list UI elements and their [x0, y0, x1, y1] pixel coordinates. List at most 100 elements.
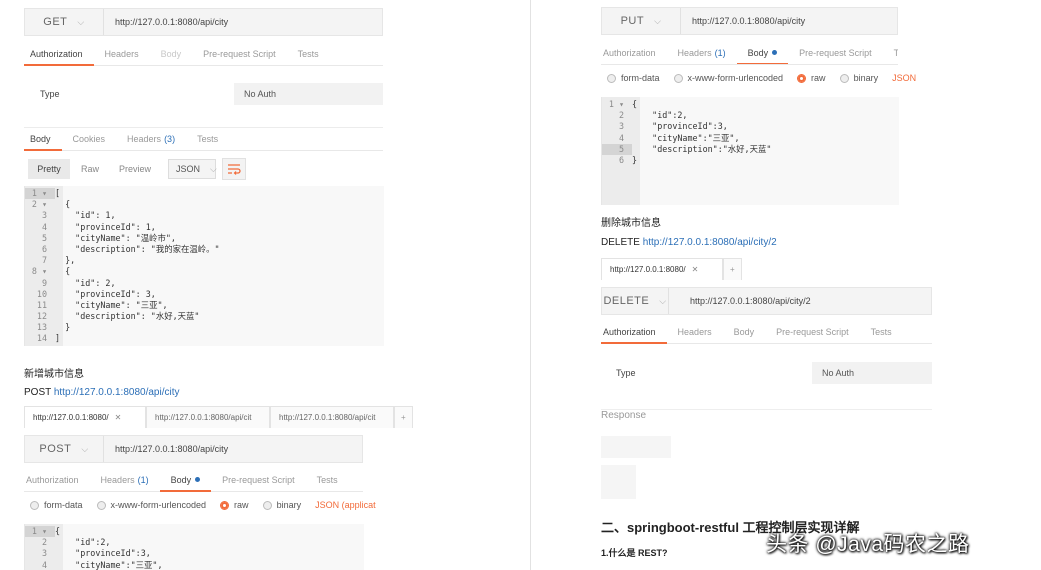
tab-headers[interactable]: Headers: [94, 42, 150, 65]
radio-urlencoded[interactable]: x-www-form-urlencoded: [673, 73, 783, 83]
delete-endpoint-link[interactable]: http://127.0.0.1:8080/api/city/2: [643, 237, 777, 248]
tab-authorization[interactable]: Authorization: [24, 42, 94, 66]
url-input[interactable]: http://127.0.0.1:8080/api/city: [115, 9, 228, 35]
request-tab[interactable]: http://127.0.0.1:8080/ ✕: [601, 258, 723, 280]
code-line: 7 },: [25, 255, 384, 266]
request-body-code[interactable]: 1 ▾{2 "id":2, 3 "provinceId":3, 4 "cityNam…: [601, 97, 899, 205]
auth-type-select[interactable]: No Auth: [234, 83, 383, 105]
tab-response-body[interactable]: Body: [24, 128, 62, 151]
code-line: 2 ▾ {: [25, 199, 384, 210]
add-tab-button[interactable]: +: [723, 258, 742, 280]
radio-form-data[interactable]: form-data: [607, 73, 660, 83]
line-number: 13: [36, 322, 47, 333]
url-input[interactable]: http://127.0.0.1:8080/api/city: [115, 436, 228, 462]
radio-selected-icon: [797, 73, 807, 83]
code-text: "cityName":"三亚",: [55, 559, 163, 570]
tab-body[interactable]: Body: [723, 320, 766, 343]
tab-body[interactable]: Body: [736, 41, 789, 64]
method-select[interactable]: GET ⌵: [25, 9, 104, 35]
section-heading-add-city: 新增城市信息: [24, 369, 84, 380]
code-text: "id": 1,: [55, 210, 116, 221]
column-divider: [530, 0, 531, 570]
tab-pre-request-script[interactable]: Pre-request Script: [765, 320, 860, 343]
code-line: 1 ▾ {: [602, 99, 899, 110]
radio-binary[interactable]: binary: [262, 500, 301, 510]
tab-pre-request-script[interactable]: Pre-request Script: [192, 42, 287, 65]
content-type-select[interactable]: JSON: [892, 73, 916, 83]
wrap-lines-button[interactable]: [222, 158, 246, 180]
code-line: 13 }: [25, 322, 384, 333]
tab-authorization[interactable]: Authorization: [601, 320, 667, 344]
line-number: 2: [618, 110, 624, 121]
close-icon[interactable]: ✕: [115, 413, 122, 422]
radio-label: raw: [811, 73, 826, 83]
code-text: {: [632, 99, 638, 109]
tab-body[interactable]: Body: [159, 468, 212, 492]
chevron-down-icon: ⌵: [77, 16, 85, 27]
method-select[interactable]: POST ⌵: [25, 436, 104, 462]
code-text: "description": "水好,天蓝": [55, 311, 200, 322]
tab-label: Headers: [127, 134, 162, 144]
tab-label: Body: [747, 47, 769, 58]
tab-pre-request-script[interactable]: Pre-request Script: [788, 41, 883, 64]
method-label: PUT: [620, 15, 645, 27]
tab-response-tests[interactable]: Tests: [186, 128, 229, 150]
method-prefix: DELETE: [601, 237, 643, 248]
radio-form-data[interactable]: form-data: [30, 500, 83, 510]
format-select[interactable]: JSON ⌵: [168, 159, 217, 179]
method-select[interactable]: PUT ⌵: [602, 8, 681, 34]
content-type-select[interactable]: JSON (applicat: [315, 500, 376, 510]
delete-request-bar: DELETE ⌵ http://127.0.0.1:8080/api/city/…: [601, 287, 932, 315]
code-line: 4 "cityName":"三亚",: [602, 133, 899, 144]
headers-count: (1): [137, 474, 149, 485]
code-text: },: [55, 255, 76, 266]
code-line: 14]: [25, 333, 384, 344]
tab-headers[interactable]: Headers: [667, 320, 723, 343]
post-endpoint-link[interactable]: http://127.0.0.1:8080/api/city: [54, 387, 180, 398]
section-heading-delete-city: 删除城市信息: [601, 218, 661, 229]
line-number: 5: [41, 232, 47, 243]
radio-raw[interactable]: raw: [797, 73, 826, 83]
tab-pre-request-script[interactable]: Pre-request Script: [211, 468, 306, 491]
request-tab[interactable]: http://127.0.0.1:8080/api/cit: [146, 406, 270, 428]
tab-body[interactable]: Body: [150, 42, 193, 65]
response-label: Response: [601, 409, 932, 421]
request-body-code[interactable]: 1 ▾{2 "id":2, 3 "provinceId":3, 4 "cityNam…: [24, 524, 364, 570]
radio-raw[interactable]: raw: [220, 500, 249, 510]
tab-cookies[interactable]: Cookies: [62, 128, 117, 150]
url-input[interactable]: http://127.0.0.1:8080/api/city: [692, 8, 805, 34]
request-tab[interactable]: http://127.0.0.1:8080/ ✕: [24, 406, 146, 428]
tab-authorization[interactable]: Authorization: [601, 41, 667, 64]
code-text: "description": "我的家在温岭。": [55, 243, 220, 254]
add-tab-button[interactable]: +: [394, 406, 413, 428]
raw-button[interactable]: Raw: [72, 159, 108, 179]
tab-tests[interactable]: Te: [883, 41, 898, 64]
radio-label: form-data: [621, 73, 660, 83]
line-number: 7: [41, 255, 47, 266]
close-icon[interactable]: ✕: [692, 265, 699, 274]
tab-tests[interactable]: Tests: [287, 42, 330, 65]
code-line: 9 "id": 2,: [25, 278, 384, 289]
radio-label: binary: [853, 73, 879, 83]
radio-urlencoded[interactable]: x-www-form-urlencoded: [96, 500, 206, 510]
radio-icon: [30, 500, 39, 510]
auth-type-select[interactable]: No Auth: [812, 362, 932, 384]
line-number: 4: [41, 559, 47, 570]
tab-tests[interactable]: Tests: [306, 468, 349, 491]
tab-tests[interactable]: Tests: [860, 320, 903, 343]
code-line: 4 "provinceId": 1,: [25, 222, 384, 233]
section-two-subheading: 1.什么是 REST?: [601, 548, 668, 558]
preview-button[interactable]: Preview: [110, 159, 160, 179]
url-input[interactable]: http://127.0.0.1:8080/api/city/2: [690, 288, 811, 314]
chevron-down-icon: ⌵: [81, 443, 89, 454]
tab-label: Headers: [677, 47, 712, 58]
pretty-button[interactable]: Pretty: [28, 159, 70, 179]
request-tab[interactable]: http://127.0.0.1:8080/api/cit: [270, 406, 394, 428]
tab-headers[interactable]: Headers (1): [667, 41, 737, 64]
tab-response-headers[interactable]: Headers (3): [116, 128, 186, 150]
tab-authorization[interactable]: Authorization: [24, 468, 90, 491]
tab-headers[interactable]: Headers (1): [90, 468, 160, 491]
chevron-down-icon: ⌵: [659, 295, 667, 306]
method-select[interactable]: DELETE ⌵: [602, 288, 669, 314]
radio-binary[interactable]: binary: [839, 73, 879, 83]
